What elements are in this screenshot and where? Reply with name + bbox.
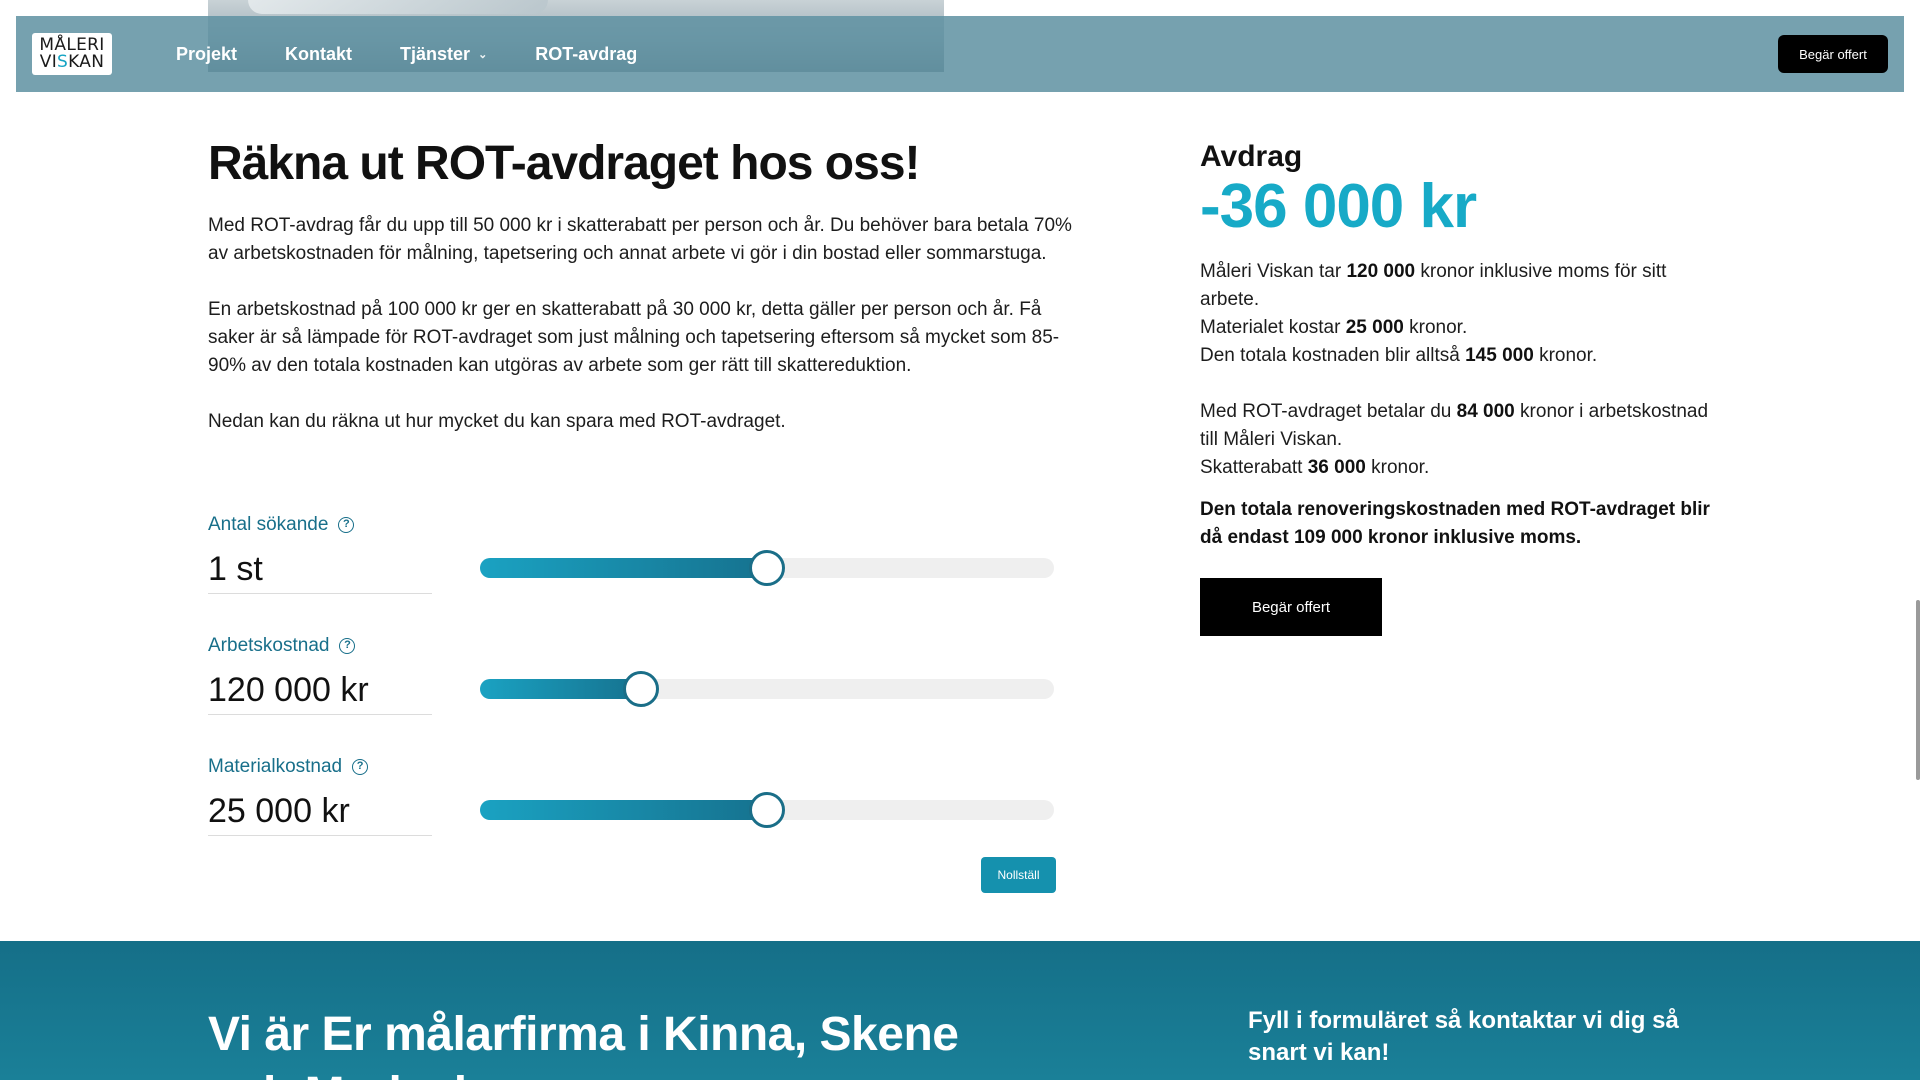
slider-handle[interactable] [749,792,785,828]
result-line: Måleri Viskan tar 120 000 kronor inklusi… [1200,261,1667,310]
request-quote-button[interactable]: Begär offert [1200,578,1382,636]
reset-button[interactable]: Nollställ [981,857,1056,893]
result-panel: Avdrag -36 000 kr Måleri Viskan tar 120 … [1200,140,1720,636]
intro-text: Med ROT-avdrag får du upp till 50 000 kr… [208,212,1088,464]
slider-handle[interactable] [749,550,785,586]
result-breakdown: Måleri Viskan tar 120 000 kronor inklusi… [1200,258,1720,482]
nav-link-rot-avdrag[interactable]: ROT-avdrag [535,44,637,65]
applicants-label: Antal sökande ? [208,514,355,536]
nav-request-quote-button[interactable]: Begär offert [1778,35,1888,73]
intro-paragraph: Med ROT-avdrag får du upp till 50 000 kr… [208,215,1072,264]
logo[interactable]: MÅLERI VISKAN [32,33,112,75]
calc-row-material-cost: Materialkostnad ? 25 000 kr [208,756,1058,846]
material-cost-label: Materialkostnad ? [208,756,369,778]
nav-link-projekt[interactable]: Projekt [176,44,237,65]
material-cost-slider[interactable] [480,792,1054,828]
nav-link-label: ROT-avdrag [535,43,638,64]
result-line: Med ROT-avdraget betalar du 84 000 krono… [1200,401,1709,450]
scrollbar[interactable] [1916,600,1920,780]
footer-subtitle: Fyll i formuläret så kontaktar vi dig så… [1248,1007,1679,1066]
slider-handle[interactable] [622,671,659,707]
calc-row-labor-cost: Arbetskostnad ? 120 000 kr [208,635,1058,725]
nav-link-kontakt[interactable]: Kontakt [285,44,352,65]
chevron-down-icon: ⌄ [478,48,488,61]
labor-cost-slider[interactable] [480,671,1054,707]
help-icon[interactable]: ? [352,759,369,775]
nav-link-label: Kontakt [285,43,353,64]
nav-links: Projekt Kontakt Tjänster ⌄ ROT-avdrag [176,16,637,92]
labor-cost-label: Arbetskostnad ? [208,635,356,657]
applicants-label-text: Antal sökande [208,514,329,535]
slider-fill [480,679,641,699]
help-icon[interactable]: ? [339,638,356,654]
navbar: MÅLERI VISKAN Projekt Kontakt Tjänster ⌄ … [16,16,1904,92]
logo-line-2: VISKAN [39,52,105,72]
intro-paragraph: Nedan kan du räkna ut hur mycket du kan … [208,411,786,432]
slider-fill [480,558,767,578]
result-summary: Den totala renoveringskostnaden med ROT-… [1200,499,1710,548]
applicants-slider[interactable] [480,550,1054,586]
footer-band: Vi är Er målarfirma i Kinna, Skene och M… [0,941,1920,1080]
slider-fill [480,800,767,820]
deduction-label: Avdrag [1200,140,1303,173]
labor-cost-input[interactable]: 120 000 kr [208,669,432,715]
material-cost-input[interactable]: 25 000 kr [208,790,432,836]
result-line: Skatterabatt 36 000 kronor. [1200,457,1430,478]
result-line: Materialet kostar 25 000 kronor. [1200,317,1468,338]
nav-link-label: Projekt [176,43,238,64]
footer-title: Vi är Er målarfirma i Kinna, Skene och M… [208,1008,959,1080]
nav-link-label: Tjänster [400,43,471,64]
page-title: Räkna ut ROT-avdraget hos oss! [208,137,920,190]
help-icon[interactable]: ? [338,517,355,533]
material-cost-label-text: Materialkostnad [208,756,343,777]
nav-link-tjanster[interactable]: Tjänster ⌄ [400,44,487,65]
calc-row-applicants: Antal sökande ? 1 st [208,514,1058,604]
intro-paragraph: En arbetskostnad på 100 000 kr ger en sk… [208,299,1060,376]
deduction-amount: -36 000 kr [1200,172,1477,241]
labor-cost-label-text: Arbetskostnad [208,635,330,656]
applicants-input[interactable]: 1 st [208,548,432,594]
result-line: Den totala kostnaden blir alltså 145 000… [1200,345,1598,366]
